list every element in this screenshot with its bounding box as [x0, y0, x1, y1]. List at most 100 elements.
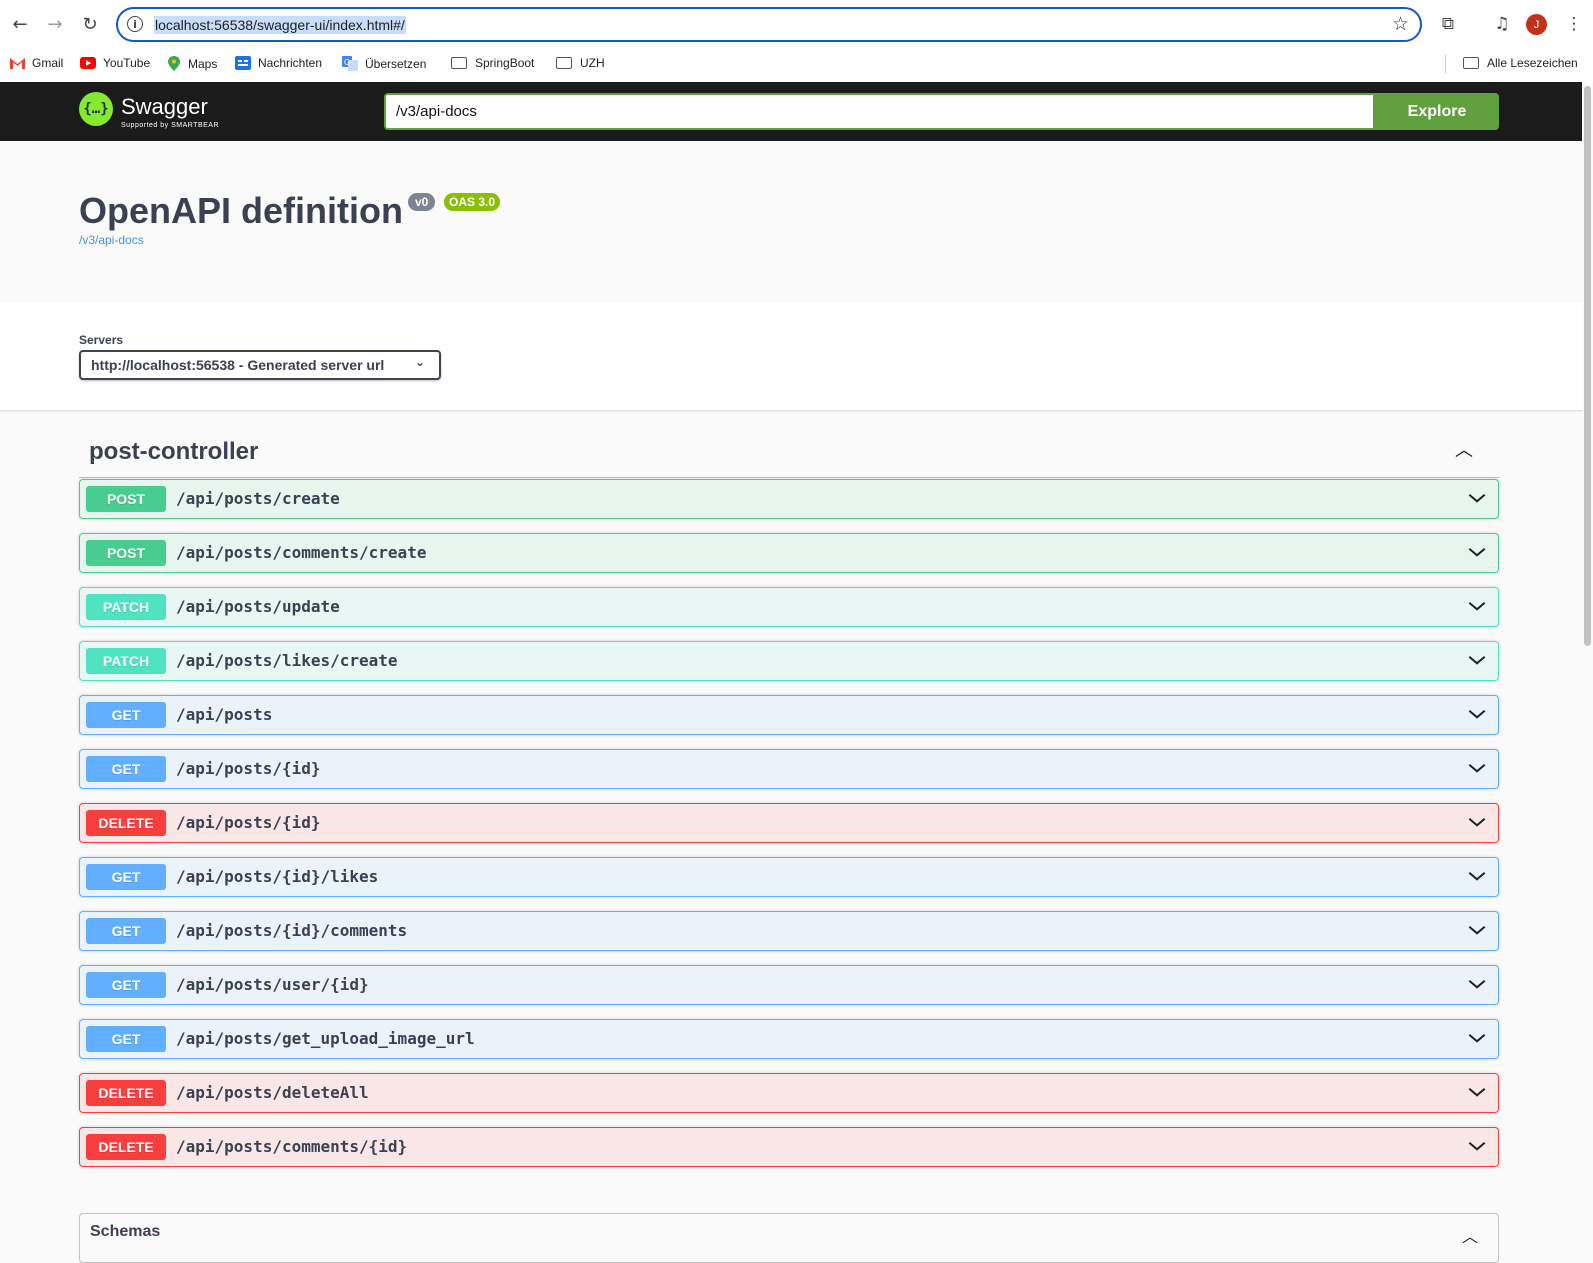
profile-avatar[interactable]: J — [1526, 14, 1547, 35]
operation-path: /api/posts — [176, 705, 273, 724]
chevron-down-icon[interactable] — [1466, 487, 1488, 509]
bookmark-uebersetzen[interactable]: G Übersetzen — [342, 56, 426, 71]
more-menu-icon[interactable]: ⋮ — [1562, 12, 1586, 36]
media-controls-icon[interactable]: ♫ — [1490, 12, 1514, 36]
chevron-down-icon[interactable] — [1466, 1081, 1488, 1103]
bookmark-nachrichten[interactable]: Nachrichten — [235, 56, 322, 70]
operation-get[interactable]: GET/api/posts/{id}/comments — [79, 911, 1499, 951]
address-bar[interactable]: i localhost:56538/swagger-ui/index.html#… — [116, 7, 1422, 42]
tag-post-controller[interactable]: post-controller ︿ — [79, 430, 1499, 478]
method-badge: DELETE — [86, 810, 166, 836]
operation-get[interactable]: GET/api/posts/{id} — [79, 749, 1499, 789]
youtube-icon — [80, 57, 96, 69]
operation-path: /api/posts/{id} — [176, 759, 321, 778]
swagger-topbar: {…} Swagger Supported by SMARTBEAR /v3/a… — [0, 82, 1593, 141]
bookmark-uzh[interactable]: UZH — [556, 56, 605, 70]
chevron-down-icon[interactable] — [1466, 1135, 1488, 1157]
operation-delete[interactable]: DELETE/api/posts/comments/{id} — [79, 1127, 1499, 1167]
bookmark-springboot[interactable]: SpringBoot — [451, 56, 534, 70]
servers-label: Servers — [79, 333, 124, 347]
swagger-logo-icon: {…} — [79, 92, 113, 126]
operation-get[interactable]: GET/api/posts/get_upload_image_url — [79, 1019, 1499, 1059]
bookmark-star-icon[interactable]: ☆ — [1392, 13, 1409, 35]
folder-icon — [451, 57, 467, 69]
swagger-logo-title: Swagger — [121, 94, 208, 119]
operation-delete[interactable]: DELETE/api/posts/deleteAll — [79, 1073, 1499, 1113]
bookmarks-divider — [1445, 54, 1446, 74]
bookmark-label: YouTube — [103, 56, 151, 70]
tag-title: post-controller — [89, 438, 259, 465]
schemas-title: Schemas — [90, 1223, 161, 1240]
bookmark-label: SpringBoot — [475, 56, 535, 70]
method-badge: GET — [86, 864, 166, 890]
chevron-down-icon[interactable] — [1466, 811, 1488, 833]
operation-path: /api/posts/{id}/likes — [176, 867, 379, 886]
browser-toolbar: ← → ↻ i localhost:56538/swagger-ui/index… — [0, 0, 1593, 48]
folder-icon — [556, 57, 572, 69]
bookmark-maps[interactable]: Maps — [168, 56, 217, 71]
back-arrow-icon[interactable]: ← — [8, 12, 32, 36]
servers-select[interactable]: http://localhost:56538 - Generated serve… — [79, 350, 441, 380]
operation-path: /api/posts/update — [176, 597, 340, 616]
chevron-down-icon[interactable] — [1466, 919, 1488, 941]
spec-url-input[interactable]: /v3/api-docs — [384, 93, 1375, 130]
reload-icon[interactable]: ↻ — [78, 12, 102, 36]
chevron-up-icon[interactable]: ︿ — [1455, 436, 1473, 462]
bookmark-youtube[interactable]: YouTube — [80, 56, 150, 70]
spec-link[interactable]: /v3/api-docs — [79, 233, 144, 247]
bookmark-label: Übersetzen — [365, 56, 427, 71]
operation-patch[interactable]: PATCH/api/posts/likes/create — [79, 641, 1499, 681]
bookmark-label: UZH — [580, 56, 605, 70]
page-title: OpenAPI definition — [79, 190, 403, 231]
operation-path: /api/posts/likes/create — [176, 651, 398, 670]
method-badge: GET — [86, 918, 166, 944]
chevron-down-icon[interactable] — [1466, 649, 1488, 671]
method-badge: GET — [86, 756, 166, 782]
operation-path: /api/posts/{id} — [176, 813, 321, 832]
folder-icon — [1463, 57, 1479, 69]
chevron-down-icon[interactable] — [1466, 595, 1488, 617]
bookmark-label: Nachrichten — [258, 56, 323, 70]
chevron-down-icon[interactable] — [1466, 757, 1488, 779]
servers-selected-value: http://localhost:56538 - Generated serve… — [91, 357, 385, 373]
operation-post[interactable]: POST/api/posts/comments/create — [79, 533, 1499, 573]
operation-get[interactable]: GET/api/posts/user/{id} — [79, 965, 1499, 1005]
swagger-logo-subtitle: Supported by SMARTBEAR — [121, 122, 220, 129]
maps-icon — [168, 56, 180, 71]
explore-button[interactable]: Explore — [1375, 93, 1499, 130]
url-text[interactable]: localhost:56538/swagger-ui/index.html#/ — [154, 16, 406, 34]
chevron-down-icon[interactable] — [1466, 973, 1488, 995]
bookmark-gmail[interactable]: Gmail — [10, 56, 63, 70]
extensions-icon[interactable]: ⧉ — [1436, 12, 1460, 36]
version-badge: v0 — [408, 193, 436, 211]
operation-patch[interactable]: PATCH/api/posts/update — [79, 587, 1499, 627]
oas-badge: OAS 3.0 — [444, 193, 501, 211]
all-bookmarks-label: Alle Lesezeichen — [1487, 56, 1578, 70]
schemas-section[interactable]: Schemas ︿ — [79, 1213, 1499, 1263]
news-icon — [235, 56, 251, 70]
scrollbar-thumb[interactable] — [1584, 86, 1591, 646]
forward-arrow-icon[interactable]: → — [43, 12, 67, 36]
method-badge: GET — [86, 972, 166, 998]
chevron-down-icon[interactable] — [1466, 865, 1488, 887]
operation-delete[interactable]: DELETE/api/posts/{id} — [79, 803, 1499, 843]
operation-path: /api/posts/{id}/comments — [176, 921, 408, 940]
method-badge: GET — [86, 1026, 166, 1052]
operation-path: /api/posts/comments/{id} — [176, 1137, 408, 1156]
chevron-down-icon[interactable] — [1466, 1027, 1488, 1049]
operation-path: /api/posts/user/{id} — [176, 975, 369, 994]
chevron-down-icon: ⌄ — [414, 355, 425, 369]
site-info-icon[interactable]: i — [127, 16, 143, 32]
chevron-down-icon[interactable] — [1466, 541, 1488, 563]
chevron-down-icon[interactable] — [1466, 703, 1488, 725]
operation-get[interactable]: GET/api/posts — [79, 695, 1499, 735]
bookmark-label: Maps — [188, 56, 218, 71]
svg-text:G: G — [344, 58, 350, 67]
all-bookmarks[interactable]: Alle Lesezeichen — [1463, 56, 1578, 70]
operation-post[interactable]: POST/api/posts/create — [79, 479, 1499, 519]
operation-get[interactable]: GET/api/posts/{id}/likes — [79, 857, 1499, 897]
operation-path: /api/posts/create — [176, 489, 340, 508]
operation-path: /api/posts/get_upload_image_url — [176, 1029, 475, 1048]
method-badge: PATCH — [86, 648, 166, 674]
chevron-up-icon[interactable]: ︿ — [1462, 1223, 1478, 1247]
